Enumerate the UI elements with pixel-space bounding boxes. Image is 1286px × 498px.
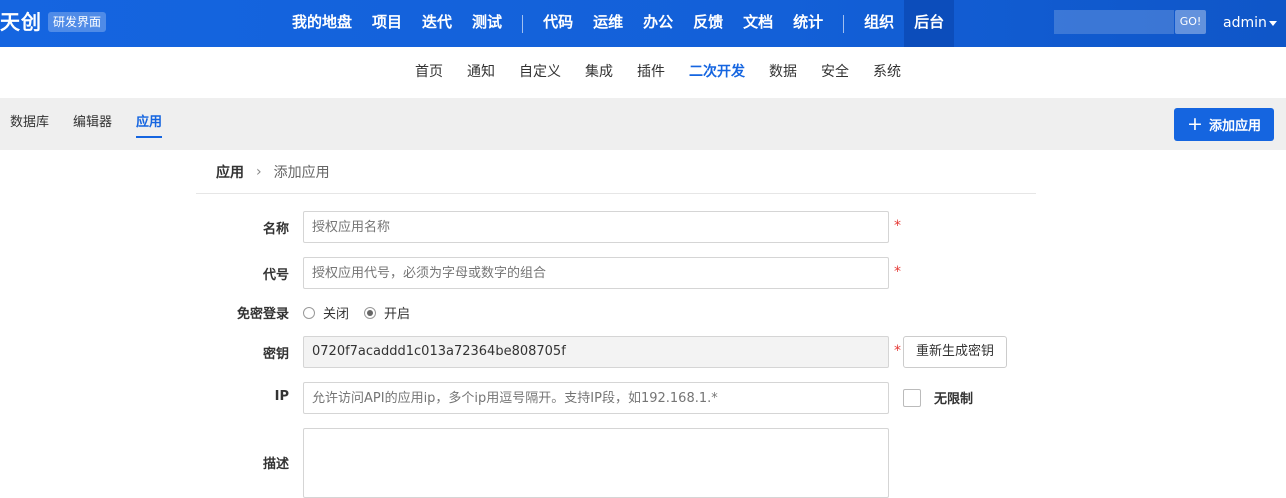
subnav-item-plugins[interactable]: 插件: [625, 47, 677, 98]
nav-item-stats[interactable]: 统计: [783, 0, 833, 47]
tab-editor[interactable]: 编辑器: [73, 98, 112, 150]
required-mark: *: [894, 343, 901, 359]
desc-textarea[interactable]: [303, 428, 889, 498]
nav-item-docs[interactable]: 文档: [733, 0, 783, 47]
plus-icon: +: [1187, 113, 1203, 135]
nav-divider: [522, 14, 524, 33]
ip-input[interactable]: [303, 382, 889, 414]
subnav-item-home[interactable]: 首页: [403, 47, 455, 98]
nav-item-admin[interactable]: 后台: [904, 0, 955, 47]
tab-app[interactable]: 应用: [136, 98, 163, 150]
subnav-item-data[interactable]: 数据: [757, 47, 809, 98]
add-app-label: 添加应用: [1208, 119, 1261, 134]
name-input[interactable]: [303, 211, 889, 243]
nav-item-my-dashboard[interactable]: 我的地盘: [282, 0, 362, 47]
chevron-right-icon: ›: [256, 163, 262, 180]
secret-field[interactable]: 0720f7acaddd1c013a72364be808705f: [303, 336, 889, 368]
secret-label: 密钥: [262, 347, 289, 362]
ip-label: IP: [274, 389, 289, 404]
nav-item-org[interactable]: 组织: [854, 0, 904, 47]
user-name: admin: [1223, 15, 1267, 31]
subnav-item-notify[interactable]: 通知: [455, 47, 507, 98]
radio-label-on: 开启: [384, 307, 411, 322]
radio-button-on[interactable]: [364, 306, 377, 319]
ip-unlimited-checkbox[interactable]: [903, 388, 921, 407]
breadcrumb-current: 添加应用: [273, 164, 330, 181]
code-input[interactable]: [303, 257, 889, 289]
main-nav: 我的地盘 项目 迭代 测试 代码 运维 办公 反馈 文档 统计 组织 后台: [282, 0, 955, 47]
nav-divider: [843, 14, 845, 33]
required-mark: *: [894, 218, 901, 234]
top-navbar: 天创 研发界面 我的地盘 项目 迭代 测试 代码 运维 办公 反馈 文档 统计 …: [0, 0, 1286, 47]
regenerate-secret-button[interactable]: 重新生成密钥: [903, 336, 1007, 368]
page-toolbar: 数据库 编辑器 应用: [0, 98, 1286, 150]
nav-item-test[interactable]: 测试: [462, 0, 512, 47]
radio-button-off[interactable]: [303, 306, 315, 319]
dev-tabs: 数据库 编辑器 应用: [10, 98, 186, 150]
brand-logo[interactable]: 天创: [0, 9, 42, 35]
nav-item-project[interactable]: 项目: [362, 0, 412, 47]
desc-label: 描述: [262, 457, 289, 472]
admin-subnav: 首页 通知 自定义 集成 插件 二次开发 数据 安全 系统: [0, 47, 1286, 98]
nav-item-iteration[interactable]: 迭代: [412, 0, 462, 47]
radio-option-on[interactable]: 开启: [364, 303, 410, 322]
free-login-label: 免密登录: [236, 307, 289, 322]
add-app-button[interactable]: + 添加应用: [1174, 108, 1274, 141]
free-login-radio-group: 关闭 开启: [303, 303, 425, 322]
nav-item-feedback[interactable]: 反馈: [683, 0, 733, 47]
breadcrumb-root[interactable]: 应用: [216, 162, 244, 182]
name-label: 名称: [262, 222, 289, 237]
subnav-item-system[interactable]: 系统: [861, 47, 913, 98]
radio-label-off: 关闭: [323, 307, 350, 322]
breadcrumb: 应用 › 添加应用: [196, 150, 1036, 194]
nav-item-ops[interactable]: 运维: [583, 0, 633, 47]
user-menu[interactable]: admin: [1223, 13, 1277, 33]
subnav-item-custom[interactable]: 自定义: [507, 47, 573, 98]
code-label: 代号: [262, 268, 289, 283]
radio-option-off[interactable]: 关闭: [303, 303, 349, 322]
ip-unlimited-label: 无限制: [934, 392, 974, 407]
nav-item-code[interactable]: 代码: [533, 0, 583, 47]
caret-down-icon: [1268, 20, 1277, 26]
required-mark: *: [894, 264, 901, 280]
ip-unlimited-option[interactable]: 无限制: [903, 388, 973, 407]
mode-badge[interactable]: 研发界面: [48, 12, 107, 32]
tab-database[interactable]: 数据库: [10, 98, 49, 150]
subnav-item-dev[interactable]: 二次开发: [677, 47, 757, 98]
nav-item-office[interactable]: 办公: [633, 0, 683, 47]
subnav-item-integration[interactable]: 集成: [573, 47, 625, 98]
subnav-item-security[interactable]: 安全: [809, 47, 861, 98]
global-search-input[interactable]: [1054, 10, 1174, 34]
search-go-button[interactable]: GO!: [1175, 10, 1206, 34]
